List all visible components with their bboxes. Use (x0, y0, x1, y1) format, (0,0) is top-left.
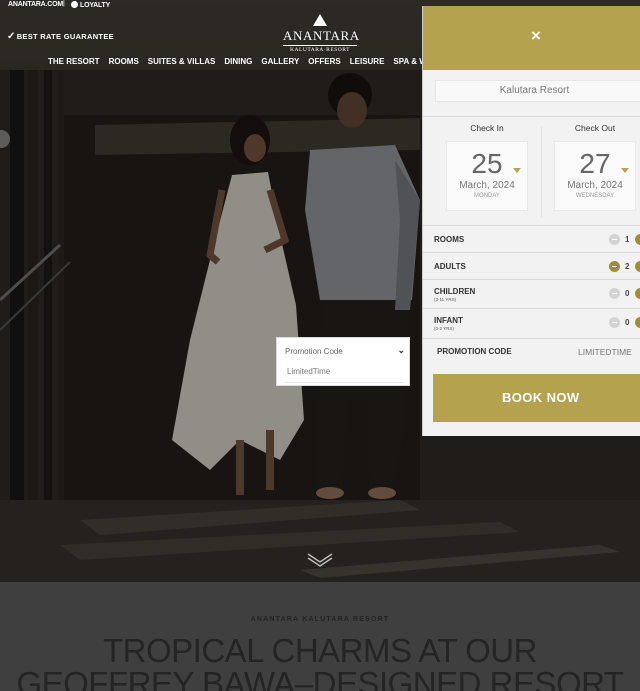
infant-row: INFANT (0-2 YRS) 0 (423, 308, 640, 338)
promo-code-row[interactable]: PROMOTION CODE LIMITEDTIME (423, 338, 640, 366)
rooms-plus-button[interactable] (635, 234, 640, 245)
site-link[interactable]: ANANTARA.COM (8, 1, 63, 8)
promo-option-limitedtime[interactable]: LimitedTime (287, 367, 330, 376)
promo-code-select[interactable]: Promotion Code ⌄ (285, 345, 405, 356)
adults-count: 2 (625, 262, 630, 271)
nav-item-suites-villas[interactable]: SUITES & VILLAS (148, 57, 216, 66)
check-in-date[interactable]: 25 March, 2024 MONDAY (446, 141, 528, 211)
check-out-label: Check Out (574, 123, 616, 133)
infant-plus-button[interactable] (635, 317, 640, 328)
nav-item-rooms[interactable]: ROOMS (109, 57, 139, 66)
rooms-label: ROOMS (434, 235, 465, 244)
check-out-date[interactable]: 27 March, 2024 WEDNESDAY (554, 141, 636, 211)
loyalty-link[interactable]: LOYALTY (71, 1, 110, 9)
best-rate-label: BEST RATE GUARANTEE (16, 32, 114, 41)
divider (285, 382, 405, 383)
chevron-down-icon: ⌄ (397, 345, 405, 355)
section-eyebrow: ANANTARA KALUTARA RESORT (250, 616, 390, 623)
adults-minus-button[interactable] (609, 261, 620, 272)
separator: | (63, 0, 65, 7)
headline-line-2: GEOFFREY BAWA–DESIGNED RESORT (16, 665, 624, 691)
check-in-day: 25 (471, 148, 503, 179)
nav-item-gallery[interactable]: GALLERY (261, 57, 299, 66)
nav-item-leisure[interactable]: LEISURE (350, 57, 385, 66)
adults-label: ADULTS (434, 262, 466, 271)
intro-section: ANANTARA KALUTARA RESORT TROPICAL CHARMS… (0, 582, 640, 691)
check-in-column: Check In 25 March, 2024 MONDAY (433, 117, 541, 227)
caret-down-icon (621, 168, 629, 173)
resort-select[interactable]: Kalutara Resort (435, 80, 640, 102)
check-out-weekday: WEDNESDAY (575, 193, 615, 199)
check-in-weekday: MONDAY (474, 193, 500, 199)
adults-plus-button[interactable] (635, 261, 640, 272)
check-out-month: March, 2024 (567, 180, 623, 191)
promo-select-label: Promotion Code (285, 347, 343, 356)
logo-mark-icon (313, 14, 327, 26)
children-minus-button[interactable] (609, 288, 620, 299)
rooms-minus-button[interactable] (609, 234, 620, 245)
section-headline: TROPICAL CHARMS AT OUR GEOFFREY BAWA–DES… (0, 634, 640, 691)
anantara-logo[interactable]: ANANTARA KALUTARA·RESORT (283, 14, 360, 53)
promo-code-value: LIMITEDTIME (578, 347, 632, 357)
children-label: CHILDREN (434, 287, 476, 296)
check-out-day: 27 (579, 148, 611, 179)
adults-row: ADULTS 2 (423, 252, 640, 279)
check-icon: ✓ (7, 31, 16, 42)
infant-age-range: (0-2 YRS) (434, 326, 454, 331)
book-now-button[interactable]: BOOK NOW (433, 374, 640, 422)
caret-down-icon (513, 168, 521, 173)
promo-code-dropdown[interactable]: Promotion Code ⌄ LimitedTime (276, 337, 410, 386)
children-row: CHILDREN (3-11 YRS) 0 (423, 279, 640, 308)
best-rate-guarantee[interactable]: ✓BEST RATE GUARANTEE (7, 31, 114, 42)
close-icon[interactable]: × (531, 26, 541, 46)
children-count: 0 (625, 289, 630, 298)
nav-item-dining[interactable]: DINING (224, 57, 252, 66)
loyalty-label: LOYALTY (80, 2, 111, 9)
rooms-count: 1 (625, 235, 630, 244)
scroll-down-icon[interactable] (306, 552, 334, 568)
children-plus-button[interactable] (635, 288, 640, 299)
check-in-label: Check In (470, 123, 504, 133)
headline-line-1: TROPICAL CHARMS AT OUR (103, 632, 537, 669)
loyalty-icon (71, 1, 78, 8)
main-nav: THE RESORT ROOMS SUITES & VILLAS DINING … (48, 57, 451, 66)
date-picker: Check In 25 March, 2024 MONDAY Check Out… (423, 116, 640, 226)
promo-code-label: PROMOTION CODE (437, 347, 512, 356)
logo-name: ANANTARA (283, 28, 360, 43)
infant-label: INFANT (434, 316, 463, 325)
booking-panel: × Kalutara Resort Check In 25 March, 202… (422, 6, 640, 436)
check-out-column: Check Out 27 March, 2024 WEDNESDAY (541, 117, 640, 227)
infant-minus-button[interactable] (609, 317, 620, 328)
children-age-range: (3-11 YRS) (434, 297, 457, 302)
infant-count: 0 (625, 318, 630, 327)
booking-header: × (423, 6, 640, 70)
nav-item-the-resort[interactable]: THE RESORT (48, 57, 100, 66)
logo-sub: KALUTARA·RESORT (283, 45, 357, 53)
check-in-month: March, 2024 (459, 180, 515, 191)
rooms-row: ROOMS 1 (423, 225, 640, 252)
nav-item-offers[interactable]: OFFERS (308, 57, 340, 66)
